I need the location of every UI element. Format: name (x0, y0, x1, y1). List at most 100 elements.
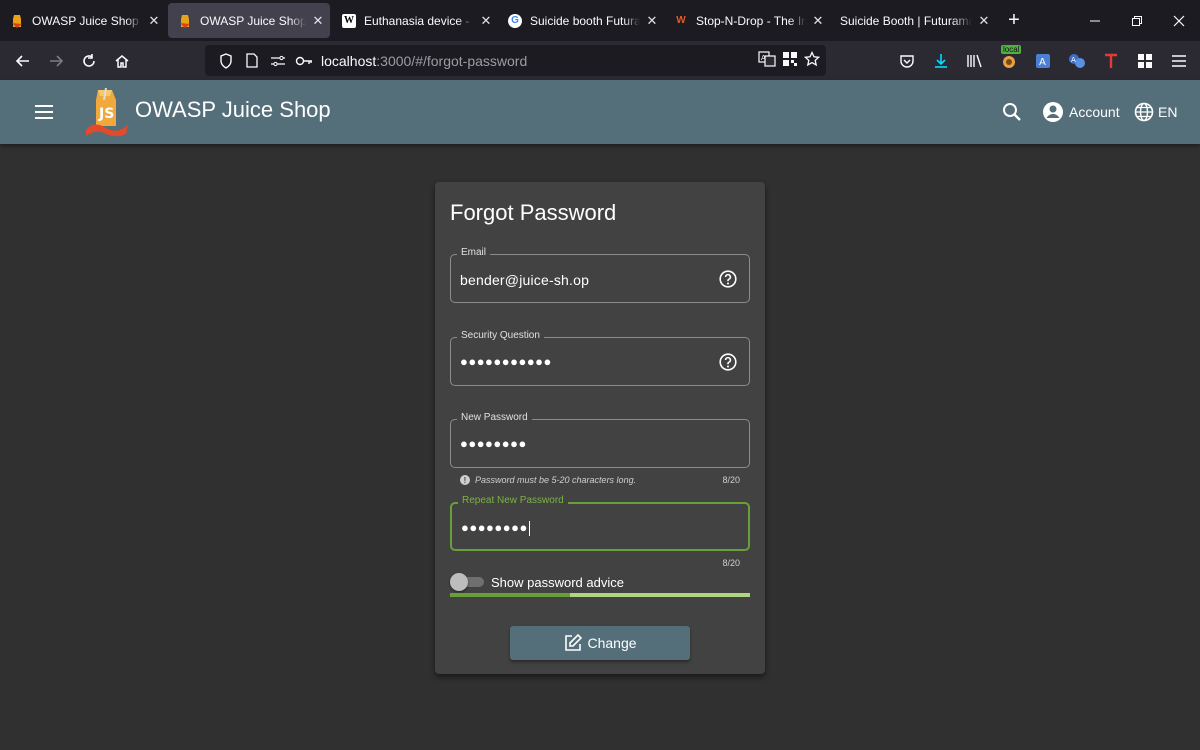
shield-icon[interactable] (213, 52, 239, 69)
repeat-password-counter: 8/20 (722, 558, 740, 568)
tab-close-icon[interactable]: ✕ (306, 13, 330, 29)
svg-text:A: A (761, 54, 766, 62)
password-hint: ! Password must be 5-20 characters long. (460, 475, 636, 485)
url-bar[interactable]: localhost:3000/#/forgot-password A (205, 45, 826, 76)
tab-close-icon[interactable]: ✕ (142, 13, 166, 29)
new-password-field[interactable]: New Password ●●●●●●●● (450, 412, 750, 468)
security-answer-input[interactable]: ●●●●●●●●●●● (460, 354, 552, 369)
security-question-field[interactable]: Security Question ●●●●●●●●●●● (450, 330, 750, 386)
email-label: Email (457, 247, 491, 258)
change-button-label: Change (587, 635, 637, 651)
tab-title: Euthanasia device - Wi (364, 13, 474, 28)
translate-page-icon[interactable]: A (758, 51, 776, 70)
qr-code-icon[interactable] (782, 51, 798, 70)
repeat-password-field[interactable]: Repeat New Password ●●●●●●●● (450, 495, 750, 551)
sidenav-menu-icon[interactable] (30, 100, 58, 124)
minimize-icon[interactable] (1074, 0, 1116, 41)
t-extension-icon[interactable] (1094, 53, 1128, 69)
toggle-thumb (450, 573, 468, 591)
juice-shop-logo[interactable]: JS (84, 86, 130, 138)
pocket-icon[interactable] (890, 54, 924, 68)
help-circle-icon[interactable] (719, 270, 737, 288)
globe-icon (1134, 102, 1154, 122)
forward-arrow-icon[interactable] (39, 46, 72, 76)
tab-close-icon[interactable]: ✕ (806, 13, 830, 29)
google-favicon-icon: G (508, 13, 522, 28)
account-label: Account (1069, 104, 1120, 120)
new-tab-icon[interactable]: + (996, 0, 1032, 41)
password-strength-fill (450, 593, 570, 597)
juice-shop-favicon-icon (178, 14, 192, 28)
url-host: localhost (321, 52, 377, 69)
fandom-favicon-icon: W (676, 15, 686, 26)
browser-tab-2[interactable]: OWASP Juice Shop ✕ (168, 3, 330, 38)
svg-text:A: A (1071, 56, 1076, 64)
repeat-password-label: Repeat New Password (458, 495, 568, 506)
tab-close-icon[interactable]: ✕ (640, 13, 664, 29)
show-password-advice-label[interactable]: Show password advice (491, 575, 624, 590)
account-button[interactable]: Account (1042, 98, 1120, 126)
email-input[interactable]: bender@juice-sh.op (460, 272, 589, 288)
password-strength-bar (450, 593, 750, 597)
back-arrow-icon[interactable] (6, 46, 39, 76)
tab-title: Stop-N-Drop - The Infi (696, 13, 806, 28)
language-button[interactable]: EN (1134, 98, 1177, 126)
text-caret (528, 521, 530, 537)
restore-icon[interactable] (1116, 0, 1158, 41)
browser-tab-3[interactable]: W Euthanasia device - Wi ✕ (332, 0, 498, 41)
wikipedia-favicon-icon: W (342, 13, 356, 28)
tab-title: OWASP Juice Shop (32, 13, 139, 28)
forgot-password-card: Forgot Password Email bender@juice-sh.op… (435, 182, 765, 674)
translate-extension-icon[interactable]: A (1026, 53, 1060, 69)
bookmark-star-icon[interactable] (803, 50, 821, 70)
help-circle-icon[interactable] (719, 353, 737, 371)
svg-text:JS: JS (98, 106, 114, 122)
browser-tab-6[interactable]: Suicide Booth | Futurama W ✕ (830, 0, 996, 41)
browser-tab-1[interactable]: OWASP Juice Shop ✕ (0, 0, 166, 41)
extension-local-icon[interactable]: local (992, 44, 1026, 69)
password-hint-text: Password must be 5-20 characters long. (475, 475, 637, 485)
svg-text:A: A (1039, 57, 1046, 68)
window-controls (1074, 0, 1200, 41)
app-title[interactable]: OWASP Juice Shop (135, 97, 331, 123)
browser-toolbar: localhost:3000/#/forgot-password A local (0, 41, 1200, 80)
library-icon[interactable] (958, 53, 992, 69)
tab-title: Suicide Booth | Futurama W (840, 13, 972, 28)
tab-close-icon[interactable]: ✕ (474, 13, 498, 29)
downloads-icon[interactable] (924, 53, 958, 69)
permissions-icon[interactable] (265, 55, 291, 67)
security-question-label: Security Question (457, 330, 544, 341)
browser-tab-5[interactable]: W Stop-N-Drop - The Infi ✕ (664, 0, 830, 41)
home-icon[interactable] (105, 46, 138, 76)
new-password-counter: 8/20 (722, 475, 740, 485)
tab-close-icon[interactable]: ✕ (972, 13, 996, 29)
language-label: EN (1158, 104, 1178, 120)
repeat-password-value: ●●●●●●●● (461, 520, 528, 535)
page-icon[interactable] (239, 53, 265, 68)
reload-icon[interactable] (72, 46, 105, 76)
app-toolbar: JS OWASP Juice Shop Account EN (0, 80, 1200, 144)
translate-alt-icon[interactable]: A (1060, 53, 1094, 69)
hamburger-menu-icon[interactable] (1162, 54, 1196, 68)
close-window-icon[interactable] (1158, 0, 1200, 41)
new-password-label: New Password (457, 412, 532, 423)
local-badge: local (1001, 44, 1022, 54)
show-password-advice-toggle[interactable] (450, 572, 484, 592)
email-field[interactable]: Email bender@juice-sh.op (450, 247, 750, 303)
extensions-puzzle-icon[interactable] (1128, 53, 1162, 69)
edit-icon (565, 633, 583, 651)
repeat-password-input[interactable]: ●●●●●●●● (461, 520, 530, 537)
tab-title: OWASP Juice Shop (200, 13, 306, 28)
account-circle-icon (1043, 102, 1063, 122)
juice-shop-favicon-icon (10, 14, 24, 28)
key-icon[interactable] (291, 55, 317, 67)
browser-tab-4[interactable]: G Suicide booth Futurama ✕ (498, 0, 664, 41)
search-icon[interactable] (1000, 100, 1024, 124)
change-password-button[interactable]: Change (510, 626, 690, 660)
toolbar-extensions: local A A (890, 41, 1196, 80)
url-path: :3000/#/forgot-password (376, 52, 528, 69)
new-password-input[interactable]: ●●●●●●●● (460, 436, 527, 451)
info-icon: ! (460, 475, 470, 485)
page-title: Forgot Password (450, 200, 617, 225)
tab-title: Suicide booth Futurama (530, 13, 640, 28)
